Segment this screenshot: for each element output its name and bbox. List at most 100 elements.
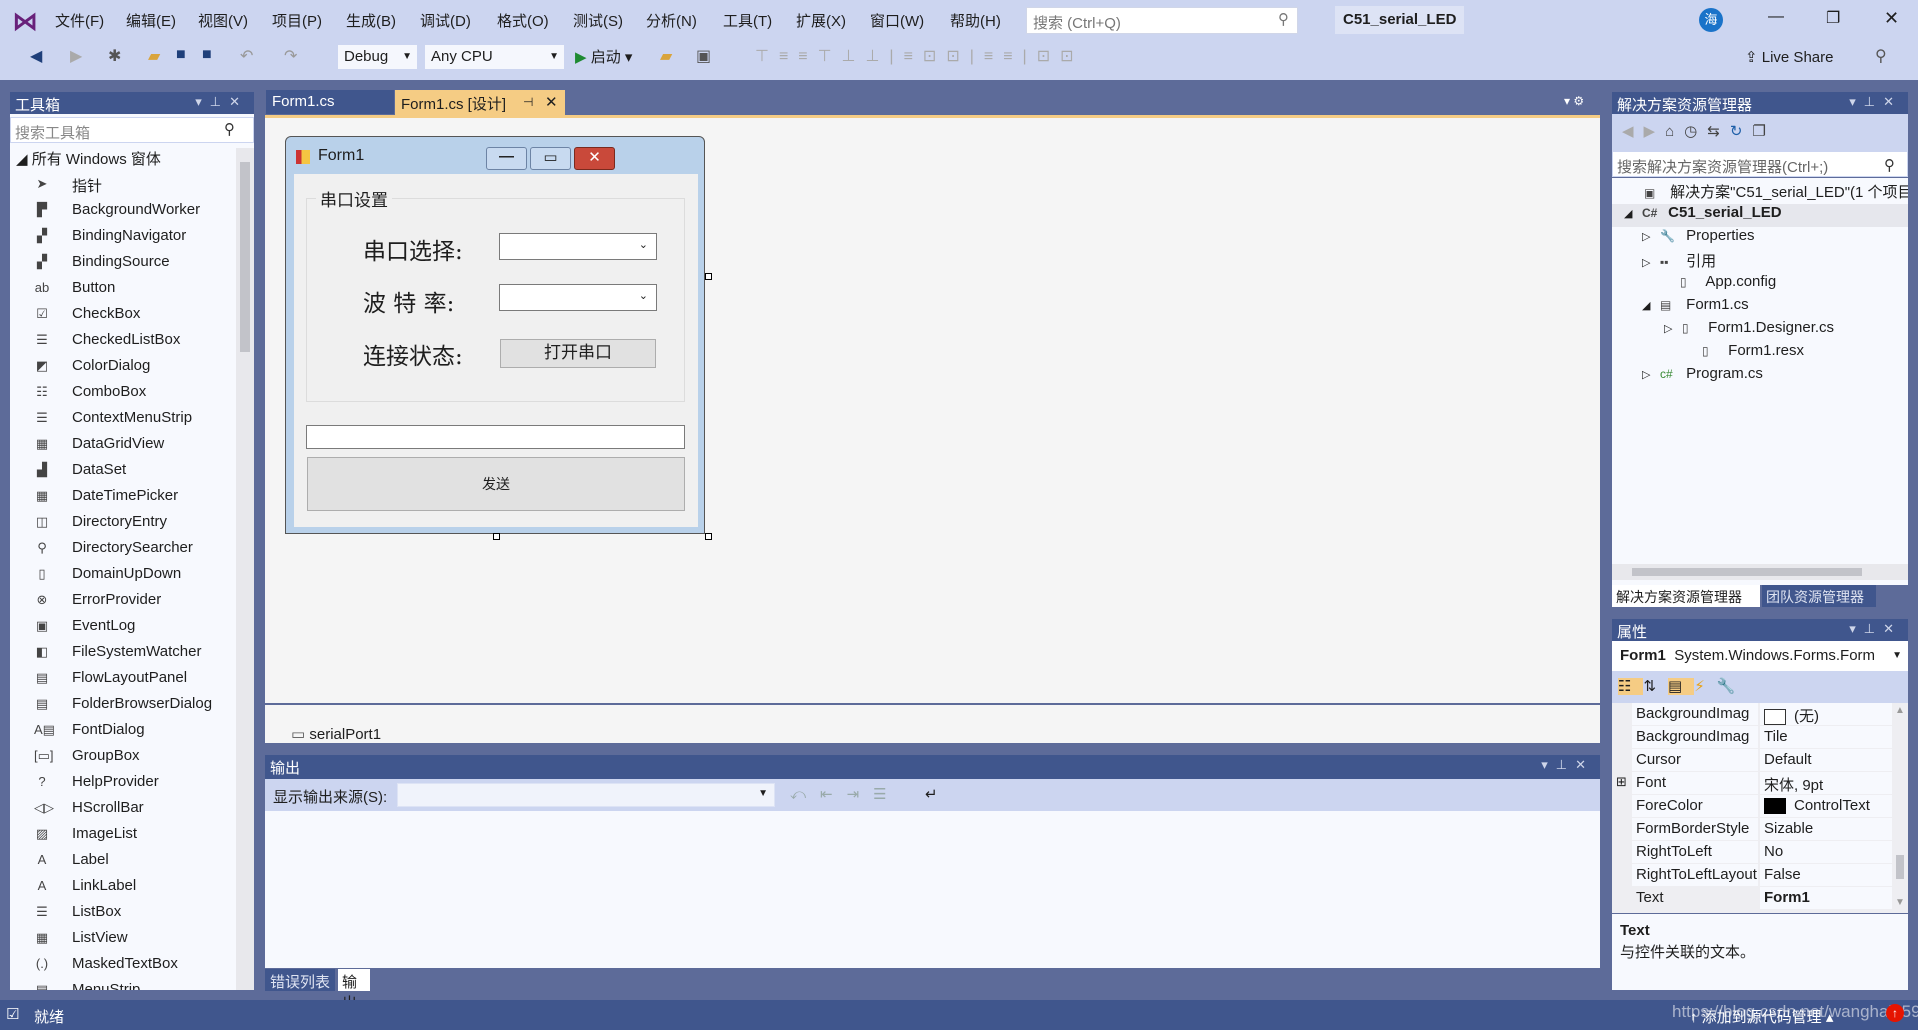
output-content[interactable] [265,811,1600,968]
panel-controls[interactable]: ▾⊥✕ [1849,94,1902,110]
solution-tree-item[interactable]: ▷ 🔧 Properties [1642,227,1755,250]
property-row[interactable]: Text Form1 [1632,887,1908,910]
expander-icon[interactable]: ▷ [1642,256,1660,269]
home-icon[interactable]: ⌂ [1665,123,1684,140]
toolbox-item[interactable]: ▞ BindingNavigator [10,224,230,250]
menu-item[interactable]: 帮助(H) [950,10,1001,31]
port-combobox[interactable]: ⌄ [499,233,657,260]
new-project-icon[interactable]: ✱ [108,46,121,66]
menu-item[interactable]: 窗口(W) [870,10,924,31]
property-value[interactable]: No [1760,841,1894,863]
solution-tree-item[interactable]: ▷ ▯ Form1.Designer.cs [1664,319,1834,342]
menu-item[interactable]: 编辑(E) [126,10,176,31]
property-row[interactable]: ⊞ Font 宋体, 9pt [1616,772,1908,795]
property-value[interactable]: Default [1760,749,1894,771]
toolbox-item[interactable]: A▤ FontDialog [10,718,230,744]
toolbox-item[interactable]: ◩ ColorDialog [10,354,230,380]
tab-overflow-icon[interactable]: ▾ ⚙ [1564,94,1584,108]
toolbox-item[interactable]: ▯ DomainUpDown [10,562,230,588]
toolbox-item[interactable]: ▤ FolderBrowserDialog [10,692,230,718]
solution-tree-item[interactable]: ▯ App.config [1662,273,1776,296]
panel-controls[interactable]: ▾⊥✕ [195,94,248,110]
toolbox-item[interactable]: ▨ ImageList [10,822,230,848]
menu-item[interactable]: 文件(F) [55,10,104,31]
toolbox-item[interactable]: ? HelpProvider [10,770,230,796]
property-row[interactable]: Cursor Default [1632,749,1908,772]
send-button[interactable]: 发送 [307,457,685,511]
toolbox-item[interactable]: ☰ CheckedListBox [10,328,230,354]
toolbox-item[interactable]: [▭] GroupBox [10,744,230,770]
toolbox-item[interactable]: ab Button [10,276,230,302]
property-row[interactable]: RightToLeft No [1632,841,1908,864]
live-share-button[interactable]: ⇪ Live Share [1745,48,1833,66]
solution-tree-item[interactable]: ▣ 解决方案"C51_serial_LED"(1 个项目/共 [1626,181,1908,204]
expander-icon[interactable]: ◢ [1624,207,1642,220]
toolbox-item[interactable]: ▤ FlowLayoutPanel [10,666,230,692]
toolbox-search[interactable]: 搜索工具箱 ⚲ [10,117,254,143]
toolbox-item[interactable]: A LinkLabel [10,874,230,900]
config-select[interactable]: Debug ▼ [337,44,418,70]
property-value[interactable]: (无) [1760,703,1894,726]
menu-item[interactable]: 格式(O) [497,10,549,31]
solution-tree-item[interactable]: ▯ Form1.resx [1684,342,1804,365]
form-minimize[interactable]: — [486,147,527,170]
expander-icon[interactable]: ▷ [1642,230,1660,243]
serialport-component[interactable]: ▭ serialPort1 [291,725,381,743]
property-row[interactable]: RightToLeftLayout False [1632,864,1908,887]
property-row[interactable]: BackgroundImag Tile [1632,726,1908,749]
platform-select[interactable]: Any CPU ▼ [424,44,565,70]
toolbox-item[interactable]: ☰ ListBox [10,900,230,926]
history-icon[interactable]: ◷ [1684,123,1707,140]
toolbox-item[interactable]: ☰ ContextMenuStrip [10,406,230,432]
toolbox-item[interactable]: ⚲ DirectorySearcher [10,536,230,562]
toolbox-item[interactable]: ◫ DirectoryEntry [10,510,230,536]
property-value[interactable]: Form1 [1760,887,1894,909]
events-icon[interactable]: ⚡ [1694,678,1717,695]
toolbox-item[interactable]: ☷ ComboBox [10,380,230,406]
toolbox-item[interactable]: A Label [10,848,230,874]
toolbox-item[interactable]: ▦ ListView [10,926,230,952]
alphabetical-icon[interactable]: ⇅ [1643,678,1668,695]
categorized-icon[interactable]: ☷ [1618,678,1644,695]
save-all-icon[interactable]: ■ [202,46,212,64]
toolbox-item[interactable]: ▞ BindingSource [10,250,230,276]
close-button[interactable]: ✕ [1884,8,1899,29]
property-value[interactable]: Tile [1760,726,1894,748]
property-value[interactable]: False [1760,864,1894,886]
expander-icon[interactable]: ▷ [1642,368,1660,381]
save-icon[interactable]: ■ [176,46,186,64]
toolbox-group[interactable]: ◢ 所有 Windows 窗体 [16,148,161,169]
property-scrollbar[interactable]: ▲ ▼ [1892,703,1908,913]
toolbox-item[interactable]: ◁▷ HScrollBar [10,796,230,822]
expander-icon[interactable]: ◢ [1642,299,1660,312]
selection-handle[interactable] [493,533,500,540]
property-row[interactable]: ForeColor ControlText [1632,795,1908,818]
search-input[interactable]: 搜索 (Ctrl+Q) [1033,15,1121,32]
solution-search[interactable]: 搜索解决方案资源管理器(Ctrl+;) ⚲ [1612,151,1908,177]
object-selector[interactable]: Form1 System.Windows.Forms.Form ▼ [1612,641,1908,671]
tab-output[interactable]: 输出 [338,969,370,1012]
align-icons[interactable]: ⊤≡≡⊤⊥⊥|≡⊡⊡|≡≡|⊡⊡ [755,46,1084,66]
feedback-icon[interactable]: ⚲ [1875,46,1887,66]
menu-item[interactable]: 调试(D) [420,10,471,31]
form-window[interactable]: Form1 — ▭ ✕ 串口设置 串口选择: ⌄ 波 特 率: ⌄ 连接状态: … [285,136,705,534]
sync-icon[interactable]: ⇆ [1707,123,1730,140]
toolbox-item[interactable]: ▛ BackgroundWorker [10,198,230,224]
horizontal-scrollbar[interactable] [1612,564,1908,580]
output-source-select[interactable]: ▼ [397,783,775,807]
selection-handle[interactable] [705,533,712,540]
forward-icon[interactable]: ▶ [70,46,82,66]
expander-icon[interactable]: ▷ [1664,322,1682,335]
tab-team-explorer[interactable]: 团队资源管理器 [1762,585,1876,607]
tab-solution-explorer[interactable]: 解决方案资源管理器 [1612,585,1760,607]
panel-controls[interactable]: ▾⊥✕ [1541,757,1594,773]
collapse-icon[interactable]: ❐ [1752,123,1775,140]
solution-tree-item[interactable]: ◢ C# C51_serial_LED [1612,204,1908,227]
menu-item[interactable]: 工具(T) [723,10,772,31]
pin-icon[interactable]: ⊣ [523,95,533,109]
toolbox-item[interactable]: ▦ DateTimePicker [10,484,230,510]
layout-icon[interactable]: ▣ [696,46,711,66]
send-textbox[interactable] [306,425,685,449]
property-row[interactable]: FormBorderStyle Sizable [1632,818,1908,841]
restore-button[interactable]: ❐ [1826,8,1840,28]
